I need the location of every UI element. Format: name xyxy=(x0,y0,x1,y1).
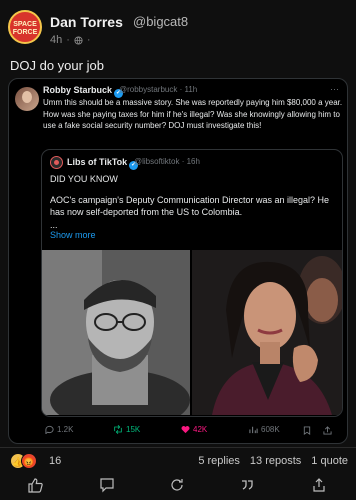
reposts-link[interactable]: 13 reposts xyxy=(250,455,301,467)
post-timestamp: 4h xyxy=(50,34,63,46)
quotes-link[interactable]: 1 quote xyxy=(311,455,348,467)
like-icon xyxy=(28,478,43,493)
quoted-author-name: Libs of TikTok ✓ xyxy=(67,157,139,170)
reply-icon xyxy=(45,425,54,434)
quoted-text-heading: DID YOU KNOW xyxy=(50,174,118,184)
show-more-link: Show more xyxy=(50,230,96,240)
photo-woman xyxy=(192,250,342,415)
globe-icon xyxy=(74,35,83,45)
share-button[interactable] xyxy=(308,474,330,496)
quoted-author-name-text: Libs of TikTok xyxy=(67,157,128,167)
views-icon xyxy=(249,426,258,434)
tweet-author-name-text: Robby Starbuck xyxy=(43,85,113,95)
reaction-count: 16 xyxy=(49,455,62,467)
tweet-views: 608K xyxy=(249,425,280,434)
comment-icon xyxy=(100,478,114,493)
post-header: SPACE FORCE Dan Torres @bigcat8 4h · · xyxy=(8,10,348,50)
tweet-views-count: 608K xyxy=(261,425,280,434)
quote-button[interactable] xyxy=(236,474,258,496)
replies-link[interactable]: 5 replies xyxy=(198,455,240,467)
meta-separator: · xyxy=(66,34,70,46)
tweet-reposts-count: 15K xyxy=(126,425,141,434)
tweet-author-avatar xyxy=(15,87,39,111)
meta-separator: · xyxy=(86,34,91,46)
tweet-likes: 42K xyxy=(181,425,207,434)
post-text: DOJ do your job xyxy=(10,58,104,73)
quoted-author-avatar xyxy=(50,156,63,169)
tweet-author-handle: @robbystarbuck · 11h xyxy=(119,85,198,94)
bookmark-icon xyxy=(303,426,311,435)
post-meta: 4h · · xyxy=(50,34,91,46)
photo-man-illustration xyxy=(42,250,190,415)
quoted-text-ellipsis: ... xyxy=(50,220,58,230)
avatar-logo-text: SPACE FORCE xyxy=(12,21,38,36)
tweet-replies-count: 1.2K xyxy=(57,425,74,434)
divider xyxy=(0,447,356,448)
share-icon xyxy=(313,478,325,492)
heart-icon xyxy=(181,426,190,434)
embedded-tweet[interactable]: Robby Starbuck ✓ @robbystarbuck · 11h ···… xyxy=(8,78,348,444)
quote-icon xyxy=(242,480,253,490)
tweet-share-icon xyxy=(323,426,332,435)
reactions-summary[interactable]: 👍 😡 16 xyxy=(10,453,61,469)
author-name[interactable]: Dan Torres xyxy=(50,14,123,30)
tweet-reposts: 15K xyxy=(113,425,140,434)
quoted-author-handle: @libsoftiktok · 16h xyxy=(134,157,200,166)
tweet-text: Umm this should be a massive story. She … xyxy=(43,98,343,130)
tweet-action-bar: 1.2K 15K 42K 608K xyxy=(41,425,343,439)
post-action-bar xyxy=(0,474,356,496)
repost-icon xyxy=(171,479,183,491)
repost-button[interactable] xyxy=(166,474,188,496)
angry-reaction-icon: 😡 xyxy=(21,453,37,469)
retweet-icon xyxy=(114,425,122,434)
like-button[interactable] xyxy=(24,474,46,496)
author-handle[interactable]: @bigcat8 xyxy=(133,14,188,29)
more-options-icon: ··· xyxy=(330,84,339,94)
quoted-tweet: Libs of TikTok ✓ @libsoftiktok · 16h DID … xyxy=(41,149,343,417)
comment-button[interactable] xyxy=(96,474,118,496)
photo-man xyxy=(42,250,190,415)
author-avatar[interactable]: SPACE FORCE xyxy=(8,10,42,44)
engagement-stats: 5 replies 13 reposts 1 quote xyxy=(198,455,348,467)
tweet-replies: 1.2K xyxy=(45,425,73,434)
photo-woman-illustration xyxy=(192,250,342,415)
tweet-likes-count: 42K xyxy=(193,425,208,434)
quoted-text-body: AOC's campaign's Deputy Communication Di… xyxy=(50,195,330,217)
